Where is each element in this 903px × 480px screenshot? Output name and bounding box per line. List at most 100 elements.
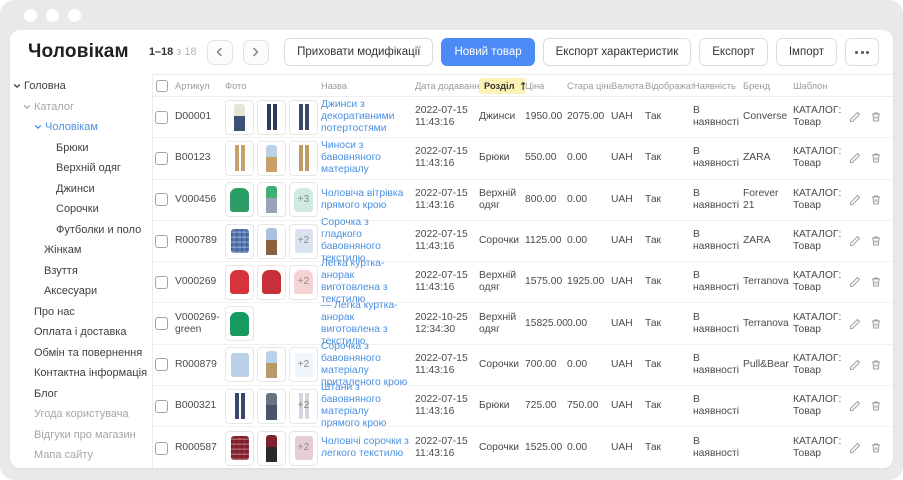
- chevron-down-icon: [13, 82, 21, 90]
- delete-button[interactable]: [870, 276, 882, 288]
- pagination-next-button[interactable]: [243, 40, 269, 65]
- window-minimize-button[interactable]: [46, 9, 59, 22]
- row-checkbox[interactable]: [155, 111, 168, 124]
- product-photo[interactable]: [225, 141, 254, 176]
- pencil-icon: [849, 400, 861, 412]
- edit-button[interactable]: [849, 235, 861, 247]
- product-photo[interactable]: +2: [289, 224, 318, 259]
- select-all-checkbox[interactable]: [156, 80, 168, 92]
- product-name-link[interactable]: Чоловічі сорочки з легкого текстилю: [321, 436, 410, 460]
- row-checkbox[interactable]: [155, 317, 168, 330]
- sidebar-item[interactable]: Контактна інформація: [10, 363, 152, 384]
- delete-button[interactable]: [870, 235, 882, 247]
- row-checkbox[interactable]: [155, 235, 168, 248]
- row-checkbox[interactable]: [155, 276, 168, 289]
- delete-button[interactable]: [870, 359, 882, 371]
- product-name-link[interactable]: Чиноси з бавовняного матеріалу: [321, 140, 410, 176]
- sidebar-item[interactable]: Обмін та повернення: [10, 343, 152, 364]
- sidebar-item[interactable]: Оплата і доставка: [10, 322, 152, 343]
- sidebar-item[interactable]: Верхній одяг: [10, 158, 152, 179]
- product-category: Верхній одяг: [479, 188, 525, 212]
- sidebar-item[interactable]: Головна: [10, 76, 152, 97]
- sidebar-item-label: Головна: [24, 80, 66, 92]
- product-photo[interactable]: [257, 224, 286, 259]
- new-product-button[interactable]: Новий товар: [441, 38, 534, 66]
- product-photo[interactable]: [225, 306, 254, 341]
- product-currency: UAH: [611, 318, 645, 330]
- product-name-link[interactable]: Чоловіча вітрівка прямого крою: [321, 188, 410, 212]
- delete-button[interactable]: [870, 111, 882, 123]
- sidebar-item[interactable]: Брюки: [10, 138, 152, 159]
- delete-button[interactable]: [870, 400, 882, 412]
- row-checkbox[interactable]: [155, 193, 168, 206]
- product-photo[interactable]: [257, 431, 286, 466]
- sidebar-item[interactable]: Мапа сайту: [10, 445, 152, 466]
- delete-button[interactable]: [870, 318, 882, 330]
- product-photo[interactable]: +2: [289, 431, 318, 466]
- product-photo[interactable]: [225, 347, 254, 382]
- edit-button[interactable]: [849, 276, 861, 288]
- sidebar-item[interactable]: Джинси: [10, 179, 152, 200]
- product-photo[interactable]: [257, 141, 286, 176]
- sidebar-item-label: Джинси: [56, 183, 95, 195]
- table-row: R000879 +2 Сорочка з бавовняного матеріа…: [153, 345, 893, 386]
- product-photo[interactable]: [257, 182, 286, 217]
- sidebar-item[interactable]: Каталог: [10, 97, 152, 118]
- sidebar-item[interactable]: Відгуки про магазин: [10, 425, 152, 446]
- edit-button[interactable]: [849, 152, 861, 164]
- sidebar-item[interactable]: Про нас: [10, 302, 152, 323]
- product-photo[interactable]: [225, 431, 254, 466]
- product-photo[interactable]: [257, 100, 286, 135]
- sidebar-item-label: Обмін та повернення: [34, 347, 142, 359]
- more-actions-button[interactable]: [845, 38, 879, 66]
- edit-button[interactable]: [849, 318, 861, 330]
- window-maximize-button[interactable]: [68, 9, 81, 22]
- product-photo[interactable]: +2: [289, 389, 318, 424]
- export-button[interactable]: Експорт: [699, 38, 768, 66]
- delete-button[interactable]: [870, 152, 882, 164]
- edit-button[interactable]: [849, 359, 861, 371]
- sidebar-item[interactable]: Жінкам: [10, 240, 152, 261]
- product-photo[interactable]: +2: [289, 347, 318, 382]
- date-value: 2022-10-25: [415, 312, 474, 324]
- product-photo[interactable]: [225, 389, 254, 424]
- edit-button[interactable]: [849, 400, 861, 412]
- sidebar-item[interactable]: Футболки и поло: [10, 220, 152, 241]
- product-category: Сорочки: [479, 442, 525, 454]
- export-characteristics-button[interactable]: Експорт характеристик: [543, 38, 692, 66]
- window-close-button[interactable]: [24, 9, 37, 22]
- delete-button[interactable]: [870, 194, 882, 206]
- product-photo[interactable]: [225, 224, 254, 259]
- pagination-prev-button[interactable]: [207, 40, 233, 65]
- sidebar-item[interactable]: Блог: [10, 384, 152, 405]
- hide-modifications-button[interactable]: Приховати модифікації: [284, 38, 433, 66]
- edit-button[interactable]: [849, 194, 861, 206]
- product-photo[interactable]: [257, 265, 286, 300]
- product-photo[interactable]: [225, 182, 254, 217]
- product-photo[interactable]: [225, 265, 254, 300]
- category-sort-control[interactable]: Розділ: [479, 78, 525, 94]
- delete-button[interactable]: [870, 442, 882, 454]
- sidebar-item[interactable]: Угода користувача: [10, 404, 152, 425]
- product-photo[interactable]: [289, 141, 318, 176]
- product-photo[interactable]: [225, 100, 254, 135]
- row-checkbox[interactable]: [155, 400, 168, 413]
- edit-button[interactable]: [849, 111, 861, 123]
- row-checkbox[interactable]: [155, 442, 168, 455]
- product-photo[interactable]: +3: [289, 182, 318, 217]
- product-name-link[interactable]: Штани з бавовняного матеріалу прямого кр…: [321, 382, 410, 430]
- sidebar-item[interactable]: Взуття: [10, 261, 152, 282]
- product-photo[interactable]: [257, 347, 286, 382]
- sidebar-item[interactable]: Чоловікам: [10, 117, 152, 138]
- sidebar-item[interactable]: Аксесуари: [10, 281, 152, 302]
- row-checkbox[interactable]: [155, 152, 168, 165]
- import-button[interactable]: Імпорт: [776, 38, 837, 66]
- product-photo[interactable]: [289, 100, 318, 135]
- product-photo[interactable]: +2: [289, 265, 318, 300]
- product-photo[interactable]: [257, 389, 286, 424]
- row-checkbox[interactable]: [155, 358, 168, 371]
- sidebar-item[interactable]: Сорочки: [10, 199, 152, 220]
- edit-button[interactable]: [849, 442, 861, 454]
- product-name-link[interactable]: Джинси з декоративними потертостями: [321, 99, 410, 135]
- column-header-display: Відображати: [645, 81, 693, 91]
